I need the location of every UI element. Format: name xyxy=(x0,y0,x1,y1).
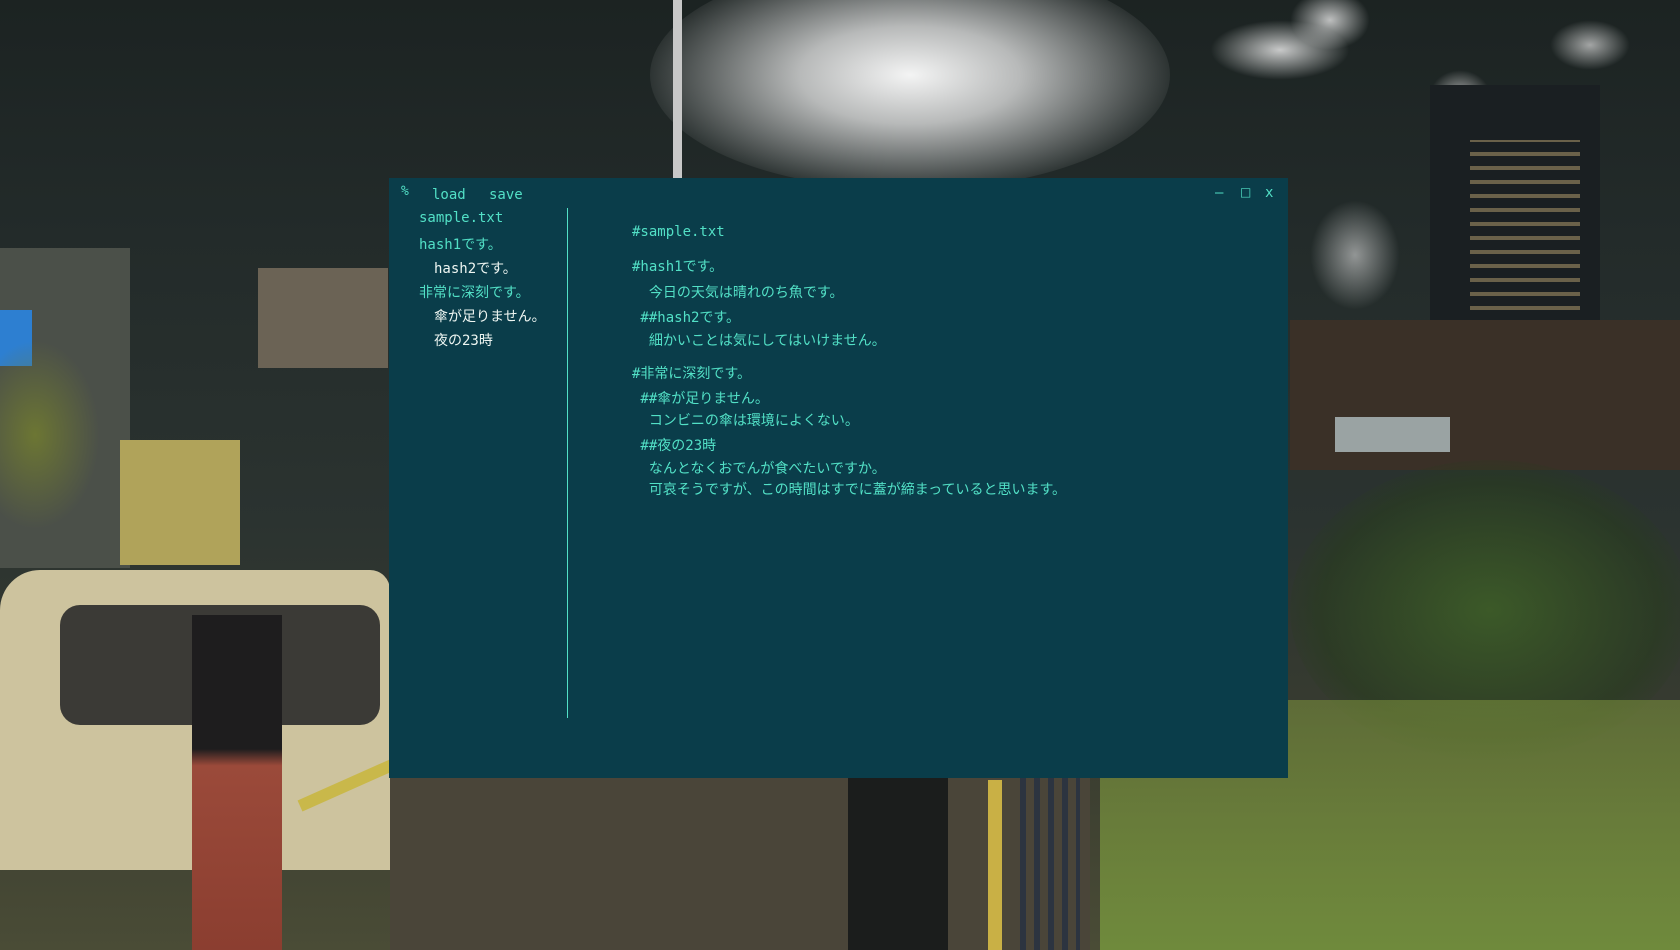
editor-line: 今日の天気は晴れのち魚です。 xyxy=(632,285,844,301)
minimize-button[interactable]: – xyxy=(1215,185,1223,201)
editor-line: ##hash2です。 xyxy=(632,310,741,326)
maximize-button[interactable]: □ xyxy=(1240,185,1251,199)
editor-line: #sample.txt xyxy=(632,224,725,240)
outline-item-subheading[interactable]: 夜の23時 xyxy=(434,330,493,350)
editor-line: #hash1です。 xyxy=(632,259,724,275)
wallpaper-person xyxy=(192,615,282,950)
wallpaper-road xyxy=(390,778,1090,950)
prompt-icon: % xyxy=(401,184,409,199)
wallpaper-fireworks xyxy=(650,0,1170,190)
editor-line: なんとなくおでんが食べたいですか。 xyxy=(632,461,886,477)
menu-bar: % load save – □ x xyxy=(389,178,1288,203)
editor-line: ##夜の23時 xyxy=(632,438,717,454)
wallpaper-building-window xyxy=(1335,417,1450,452)
text-editor[interactable]: #sample.txt #hash1です。 今日の天気は晴れのち魚です。 ##h… xyxy=(579,208,1279,748)
editor-window: % load save – □ x sample.txt hash1です。 ha… xyxy=(389,178,1288,778)
wallpaper-road-line xyxy=(988,780,1002,950)
close-button[interactable]: x xyxy=(1265,185,1273,201)
wallpaper-tower-windows xyxy=(1470,140,1580,310)
editor-line: ##傘が足りません。 xyxy=(632,391,769,407)
wallpaper-cloud xyxy=(1550,20,1630,70)
wallpaper-cloud xyxy=(1310,200,1400,310)
editor-line: 可哀そうですが、この時間はすでに蓋が締まっていると思います。 xyxy=(632,482,1067,498)
load-button[interactable]: load xyxy=(432,187,466,203)
wallpaper-yellow-building xyxy=(120,440,240,565)
save-button[interactable]: save xyxy=(489,187,523,203)
outline-item-heading[interactable]: hash1です。 xyxy=(419,234,502,254)
outline-item-subheading[interactable]: 傘が足りません。 xyxy=(434,306,546,326)
editor-line: コンビニの傘は環境によくない。 xyxy=(632,413,859,429)
editor-line: 細かいことは気にしてはいけません。 xyxy=(632,333,886,349)
outline-item-subheading[interactable]: hash2です。 xyxy=(434,258,517,278)
wallpaper-sign-board xyxy=(258,268,388,368)
editor-line: #非常に深刻です。 xyxy=(632,366,752,382)
wallpaper-railing xyxy=(1020,778,1080,950)
pane-divider[interactable] xyxy=(567,208,568,718)
outline-item-heading[interactable]: 非常に深刻です。 xyxy=(419,282,530,302)
wallpaper-walker xyxy=(848,778,948,950)
outline-sidebar: sample.txt hash1です。 hash2です。 非常に深刻です。 傘が… xyxy=(389,208,567,718)
outline-item-file[interactable]: sample.txt xyxy=(419,210,503,226)
wallpaper-pole xyxy=(673,0,682,180)
